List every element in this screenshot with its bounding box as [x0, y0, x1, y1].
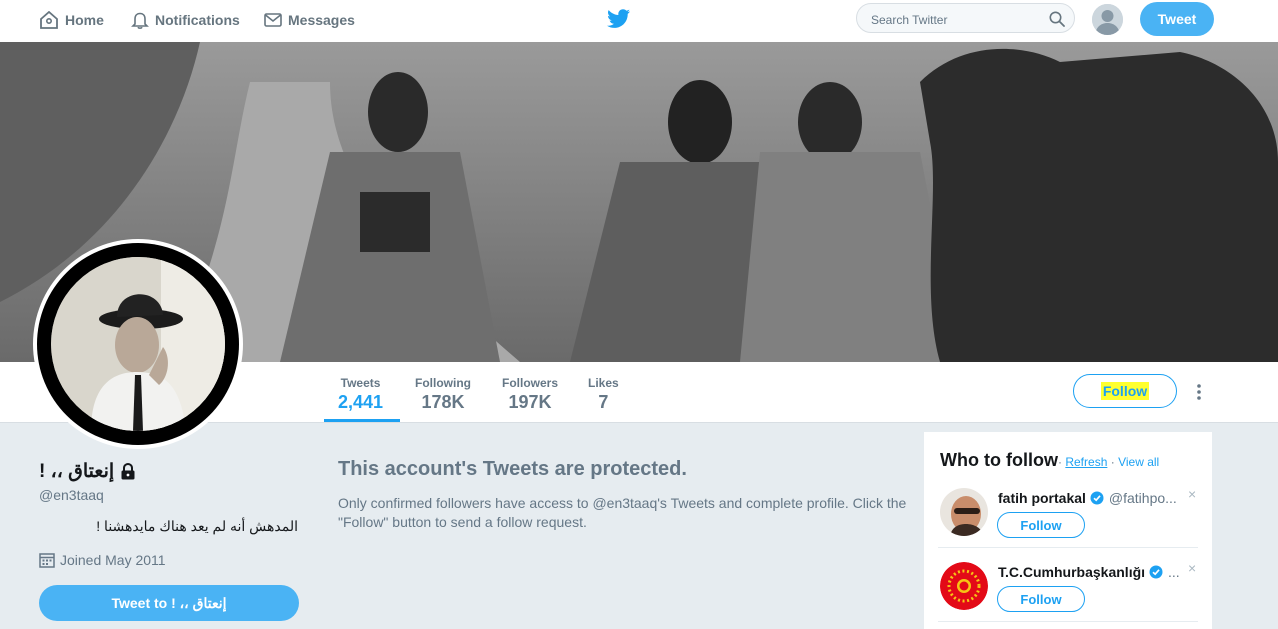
suggested-user-name[interactable]: fatih portakal @fatihpo...: [998, 490, 1177, 506]
divider: [938, 621, 1198, 622]
compose-tweet-button[interactable]: Tweet: [1140, 2, 1214, 36]
follow-button-label: Follow: [1100, 382, 1150, 400]
stat-followers-value: 197K: [508, 392, 552, 412]
stat-tweets[interactable]: Tweets 2,441: [338, 376, 383, 413]
dismiss-suggestion-icon[interactable]: ×: [1188, 486, 1196, 502]
who-to-follow-actions: · Refresh · View all: [1058, 455, 1159, 469]
protected-notice-text: Only confirmed followers have access to …: [338, 495, 907, 530]
search-box: [856, 3, 1075, 33]
view-all-link[interactable]: View all: [1118, 455, 1159, 469]
envelope-icon: [264, 13, 282, 27]
profile-avatar[interactable]: [33, 239, 243, 449]
stat-followers[interactable]: Followers 197K: [502, 376, 558, 413]
who-to-follow-title: Who to follow: [940, 450, 1058, 470]
nav-messages-label: Messages: [288, 12, 355, 28]
suggested-user-photo: [940, 488, 988, 536]
nav-home[interactable]: Home: [39, 0, 104, 40]
suggested-user[interactable]: fatih portakal @fatihpo... × Follow: [940, 486, 1198, 548]
refresh-link[interactable]: Refresh: [1065, 455, 1107, 469]
stat-following[interactable]: Following 178K: [415, 376, 471, 413]
profile-name-text: ! ،، إنعتاق: [39, 461, 115, 482]
separator-dot: ·: [1058, 455, 1062, 469]
presidential-seal-icon: [940, 562, 988, 610]
suggested-user-name-text: fatih portakal: [998, 490, 1086, 506]
suggested-user-handle: ...: [1168, 564, 1180, 580]
profile-joined-text: Joined May 2011: [60, 552, 166, 568]
avatar-image: [51, 257, 225, 431]
stat-tweets-label: Tweets: [340, 376, 381, 390]
active-tab-indicator: [324, 419, 400, 422]
divider: [938, 547, 1198, 548]
profile-name[interactable]: ! ،، إنعتاق: [39, 460, 136, 483]
profile-joined-date: Joined May 2011: [39, 552, 166, 568]
separator-dot: ·: [1110, 455, 1115, 469]
suggested-user-name[interactable]: T.C.Cumhurbaşkanlığı ...: [998, 564, 1180, 580]
suggested-user-follow-button[interactable]: Follow: [997, 586, 1085, 612]
verified-badge-icon: [1090, 491, 1104, 505]
nav-home-label: Home: [65, 12, 104, 28]
dismiss-suggestion-icon[interactable]: ×: [1188, 560, 1196, 576]
nav-notifications-label: Notifications: [155, 12, 240, 28]
stat-likes[interactable]: Likes 7: [588, 376, 619, 413]
bell-icon: [131, 12, 149, 29]
avatar-frame: [37, 243, 239, 445]
profile-bio: المدهش أنه لم يعد هناك مايدهشنا !: [96, 518, 298, 534]
tweet-to-button[interactable]: Tweet to ! ،، إنعتاق: [39, 585, 299, 621]
who-to-follow-module: Who to follow · Refresh · View all fatih…: [924, 432, 1212, 629]
account-avatar[interactable]: [1092, 4, 1123, 35]
suggested-user-avatar[interactable]: [940, 488, 988, 536]
suggested-user-follow-button[interactable]: Follow: [997, 512, 1085, 538]
avatar-photo: [51, 257, 225, 431]
more-options-icon[interactable]: [1193, 383, 1205, 401]
lock-icon: [121, 463, 135, 480]
default-user-icon: [1092, 4, 1123, 35]
suggested-user-name-text: T.C.Cumhurbaşkanlığı: [998, 564, 1146, 580]
search-input[interactable]: [869, 10, 1043, 30]
stat-followers-label: Followers: [502, 376, 559, 390]
home-icon: [40, 11, 58, 29]
nav-messages[interactable]: Messages: [264, 0, 355, 40]
verified-badge-icon: [1149, 565, 1163, 579]
twitter-bird-logo-icon[interactable]: [607, 9, 631, 29]
search-icon[interactable]: [1049, 11, 1065, 27]
stat-likes-label: Likes: [588, 376, 619, 390]
calendar-icon: [39, 553, 55, 568]
suggested-user-handle: @fatihpo...: [1108, 490, 1177, 506]
stat-following-label: Following: [415, 376, 471, 390]
protected-notice-title: This account's Tweets are protected.: [338, 458, 687, 480]
stat-tweets-value: 2,441: [338, 392, 384, 412]
nav-notifications[interactable]: Notifications: [131, 0, 240, 40]
stat-likes-value: 7: [598, 392, 609, 412]
follow-button[interactable]: Follow: [1073, 374, 1177, 408]
suggested-user-avatar[interactable]: [940, 562, 988, 610]
stat-following-value: 178K: [421, 392, 465, 412]
tweet-to-button-label: Tweet to ! ،، إنعتاق: [111, 594, 227, 611]
top-navigation-bar: Home Notifications Messages Tweet: [0, 0, 1278, 43]
profile-handle[interactable]: @en3taaq: [39, 487, 104, 503]
suggested-user[interactable]: T.C.Cumhurbaşkanlığı ... × Follow: [940, 560, 1198, 622]
